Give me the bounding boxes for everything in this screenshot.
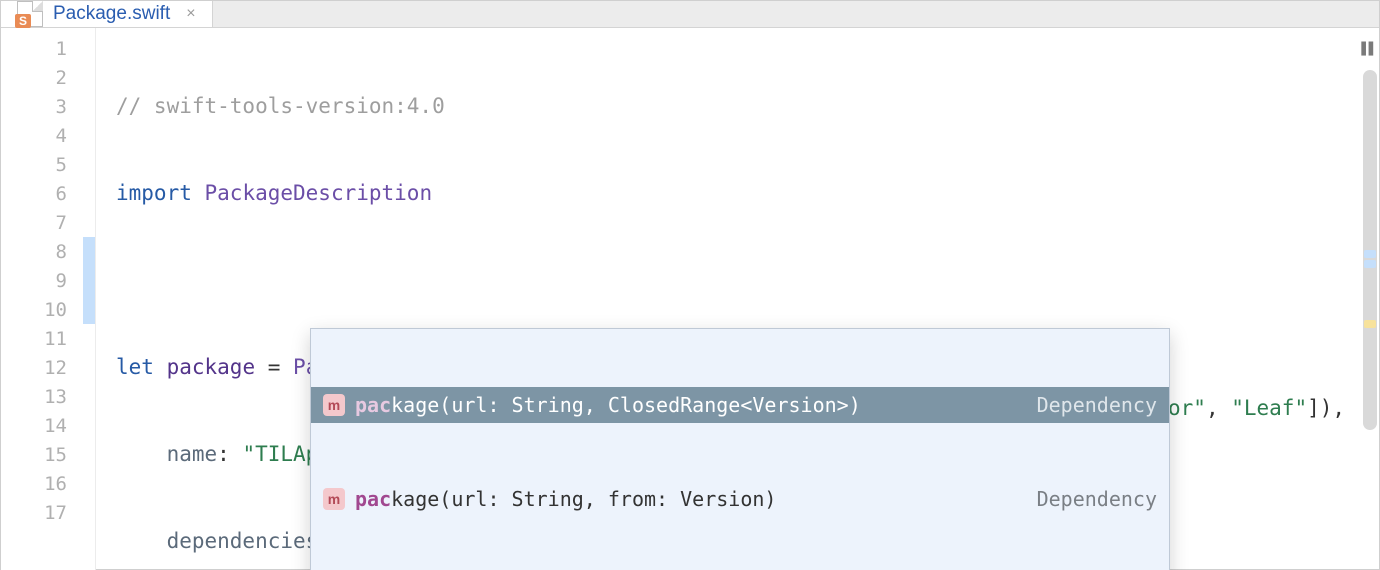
completion-hint: Dependency (1037, 391, 1157, 420)
line-number: 10 (1, 295, 95, 324)
completion-item[interactable]: m package(url: String, ClosedRange<Versi… (311, 387, 1169, 423)
code-line: // swift-tools-version:4.0 (96, 92, 1379, 121)
overview-ruler[interactable] (1361, 30, 1377, 570)
line-number: 6 (1, 179, 95, 208)
tab-bar: S Package.swift × (1, 1, 1379, 28)
editor-area[interactable]: ❚❚ 1 2 3 4 5 6 7 8 9 10 11 12 13 14 15 1… (1, 28, 1379, 570)
completion-kind-icon: m (323, 488, 345, 510)
close-icon[interactable]: × (180, 5, 195, 23)
gutter: 1 2 3 4 5 6 7 8 9 10 11 12 13 14 15 16 1… (1, 28, 96, 570)
code-area[interactable]: // swift-tools-version:4.0 import Packag… (96, 28, 1379, 570)
overview-change-mark (1364, 260, 1376, 268)
completion-label: package(url: String, from: Version) (355, 485, 1027, 514)
code-line: import PackageDescription (96, 179, 1379, 208)
line-number: 5 (1, 150, 95, 179)
code-fragment-behind-popup: or", "Leaf"]), (1168, 394, 1345, 423)
line-number: 4 (1, 121, 95, 150)
line-number: 14 (1, 411, 95, 440)
line-number: 3 (1, 92, 95, 121)
editor-window: S Package.swift × ❚❚ 1 2 3 4 5 6 7 8 9 1… (0, 0, 1380, 570)
completion-item[interactable]: m package(url: String, from: Version) De… (311, 481, 1169, 517)
overview-warning-mark (1364, 320, 1376, 328)
tab-title: Package.swift (53, 3, 170, 25)
line-number: 15 (1, 440, 95, 469)
line-number: 13 (1, 382, 95, 411)
line-number: 7 (1, 208, 95, 237)
line-number: 11 (1, 324, 95, 353)
completion-hint: Dependency (1037, 485, 1157, 514)
line-number: 17 (1, 498, 95, 527)
line-number: 9 (1, 266, 95, 295)
completion-popup[interactable]: m package(url: String, ClosedRange<Versi… (310, 328, 1170, 570)
line-number: 16 (1, 469, 95, 498)
line-number: 1 (1, 34, 95, 63)
tab-package-swift[interactable]: S Package.swift × (1, 1, 213, 27)
swift-badge: S (15, 14, 31, 28)
completion-kind-icon: m (323, 394, 345, 416)
line-number: 2 (1, 63, 95, 92)
completion-label: package(url: String, ClosedRange<Version… (355, 391, 1027, 420)
overview-change-mark (1364, 250, 1376, 258)
line-number: 12 (1, 353, 95, 382)
swift-file-icon: S (17, 1, 43, 27)
code-line (96, 266, 1379, 295)
line-number: 8 (1, 237, 95, 266)
